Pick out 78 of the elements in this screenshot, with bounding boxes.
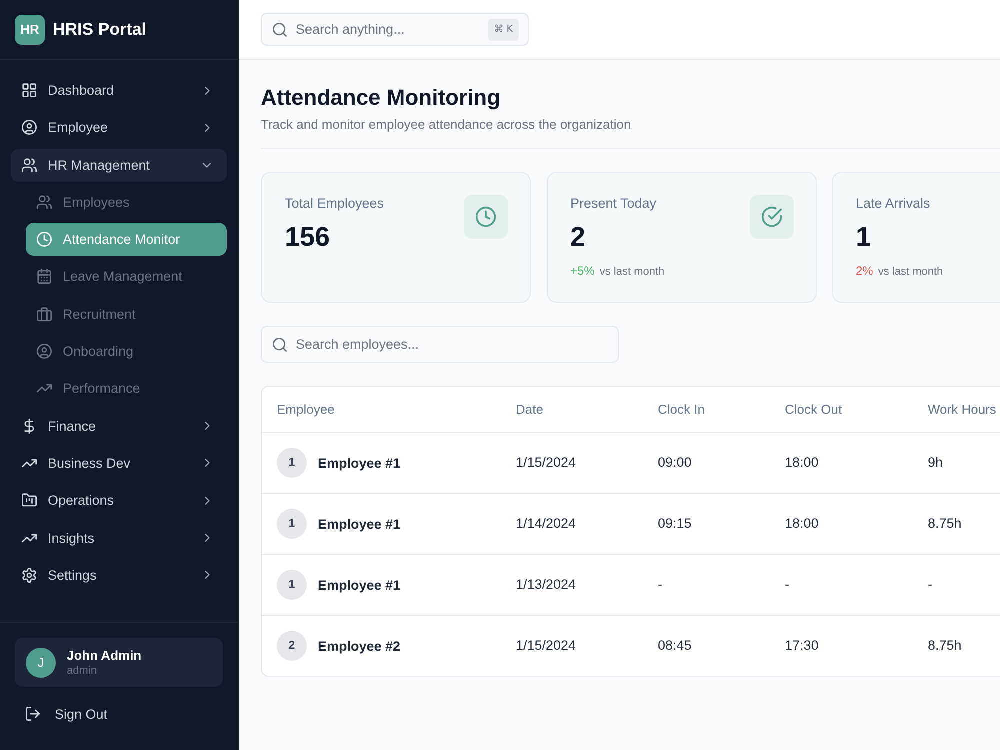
- table-cell: 1/14/2024: [516, 516, 576, 531]
- stat-value: 156: [285, 221, 330, 253]
- gear-icon: [22, 568, 37, 583]
- table-cell: -: [785, 577, 790, 592]
- search-field[interactable]: Search employees...: [261, 326, 619, 363]
- nav-item[interactable]: Employee: [11, 111, 227, 144]
- change-note: vs last month: [878, 265, 944, 280]
- change-percent: 2%: [856, 263, 874, 279]
- clock-icon: [464, 195, 508, 239]
- user-role: admin: [67, 664, 98, 678]
- column-header: Clock Out: [785, 402, 842, 417]
- shortcut-hint: ⌘ K: [488, 18, 519, 40]
- users-icon: [37, 194, 52, 210]
- employee-name: Employee #1: [318, 516, 401, 532]
- table-cell: 18:00: [785, 455, 819, 470]
- page-title: Attendance Monitoring: [261, 84, 502, 112]
- dollar-icon: [22, 418, 37, 434]
- nav-item[interactable]: HR Management: [11, 148, 227, 182]
- nav-subitem[interactable]: Leave Management: [26, 260, 227, 294]
- nav-item[interactable]: Operations: [11, 484, 227, 518]
- sign-out-button[interactable]: Sign Out: [15, 700, 108, 728]
- avatar: J: [26, 648, 56, 678]
- column-header: Employee: [277, 402, 335, 417]
- calendar-icon: [37, 269, 52, 284]
- search-icon: [273, 22, 287, 36]
- table-cell: 8.75h: [928, 516, 962, 531]
- logo-badge: HR: [15, 14, 45, 44]
- avatar: 1: [277, 509, 307, 539]
- nav-item[interactable]: Settings: [11, 558, 227, 592]
- folder-icon: [22, 493, 37, 508]
- table-cell: 9h: [928, 455, 944, 470]
- app-title: HRIS Portal: [53, 20, 147, 40]
- table-cell: 08:45: [658, 638, 692, 653]
- grid-icon: [22, 83, 37, 98]
- stat-value: 2: [570, 221, 586, 253]
- table-cell: 1/15/2024: [516, 638, 576, 653]
- column-header: Date: [516, 402, 544, 417]
- nav-item[interactable]: Insights: [11, 522, 227, 555]
- stat-label: Late Arrivals: [856, 195, 930, 213]
- table-cell: 09:15: [658, 516, 692, 531]
- nav-subitem[interactable]: Onboarding: [26, 335, 227, 368]
- users-icon: [22, 158, 37, 173]
- search-icon: [273, 338, 287, 352]
- page-subtitle: Track and monitor employee attendance across the organization: [261, 116, 632, 134]
- change-note: vs last month: [600, 265, 665, 280]
- employee-name: Employee #2: [318, 638, 401, 654]
- stat-label: Present Today: [570, 195, 657, 213]
- clock-icon: [37, 232, 52, 248]
- avatar: 2: [277, 631, 307, 661]
- table-cell: -: [928, 577, 932, 592]
- column-header: Work Hours: [928, 402, 996, 417]
- briefcase-icon: [37, 306, 52, 322]
- nav-subitem[interactable]: Recruitment: [26, 298, 227, 331]
- table-cell: 1/13/2024: [516, 577, 576, 592]
- avatar: 1: [277, 448, 307, 478]
- logout-icon: [26, 707, 40, 721]
- table-cell: -: [658, 577, 662, 592]
- change-percent: +5%: [570, 263, 595, 279]
- nav-item[interactable]: Business Dev: [11, 446, 227, 480]
- user-card[interactable]: J John Admin admin: [15, 638, 223, 687]
- employee-name: Employee #1: [318, 456, 401, 470]
- nav-item[interactable]: Dashboard: [11, 74, 227, 107]
- table-cell: 18:00: [785, 516, 819, 531]
- table-cell: 09:00: [658, 455, 692, 470]
- table-cell: 8.75h: [928, 638, 962, 653]
- nav-item[interactable]: Finance: [11, 410, 227, 443]
- table-cell: 17:30: [785, 638, 819, 653]
- user-circle-icon: [37, 344, 52, 360]
- stat-label: Total Employees: [285, 195, 384, 213]
- nav-subitem[interactable]: Employees: [26, 186, 227, 219]
- user-name: John Admin: [67, 648, 142, 664]
- employee-name: Employee #1: [318, 578, 401, 592]
- nav-subitem[interactable]: Performance: [26, 372, 227, 406]
- table-cell: 1/15/2024: [516, 455, 576, 470]
- stat-value: 1: [856, 221, 872, 253]
- user-circle-icon: [22, 120, 37, 136]
- avatar: 1: [277, 570, 307, 600]
- column-header: Clock In: [658, 402, 705, 417]
